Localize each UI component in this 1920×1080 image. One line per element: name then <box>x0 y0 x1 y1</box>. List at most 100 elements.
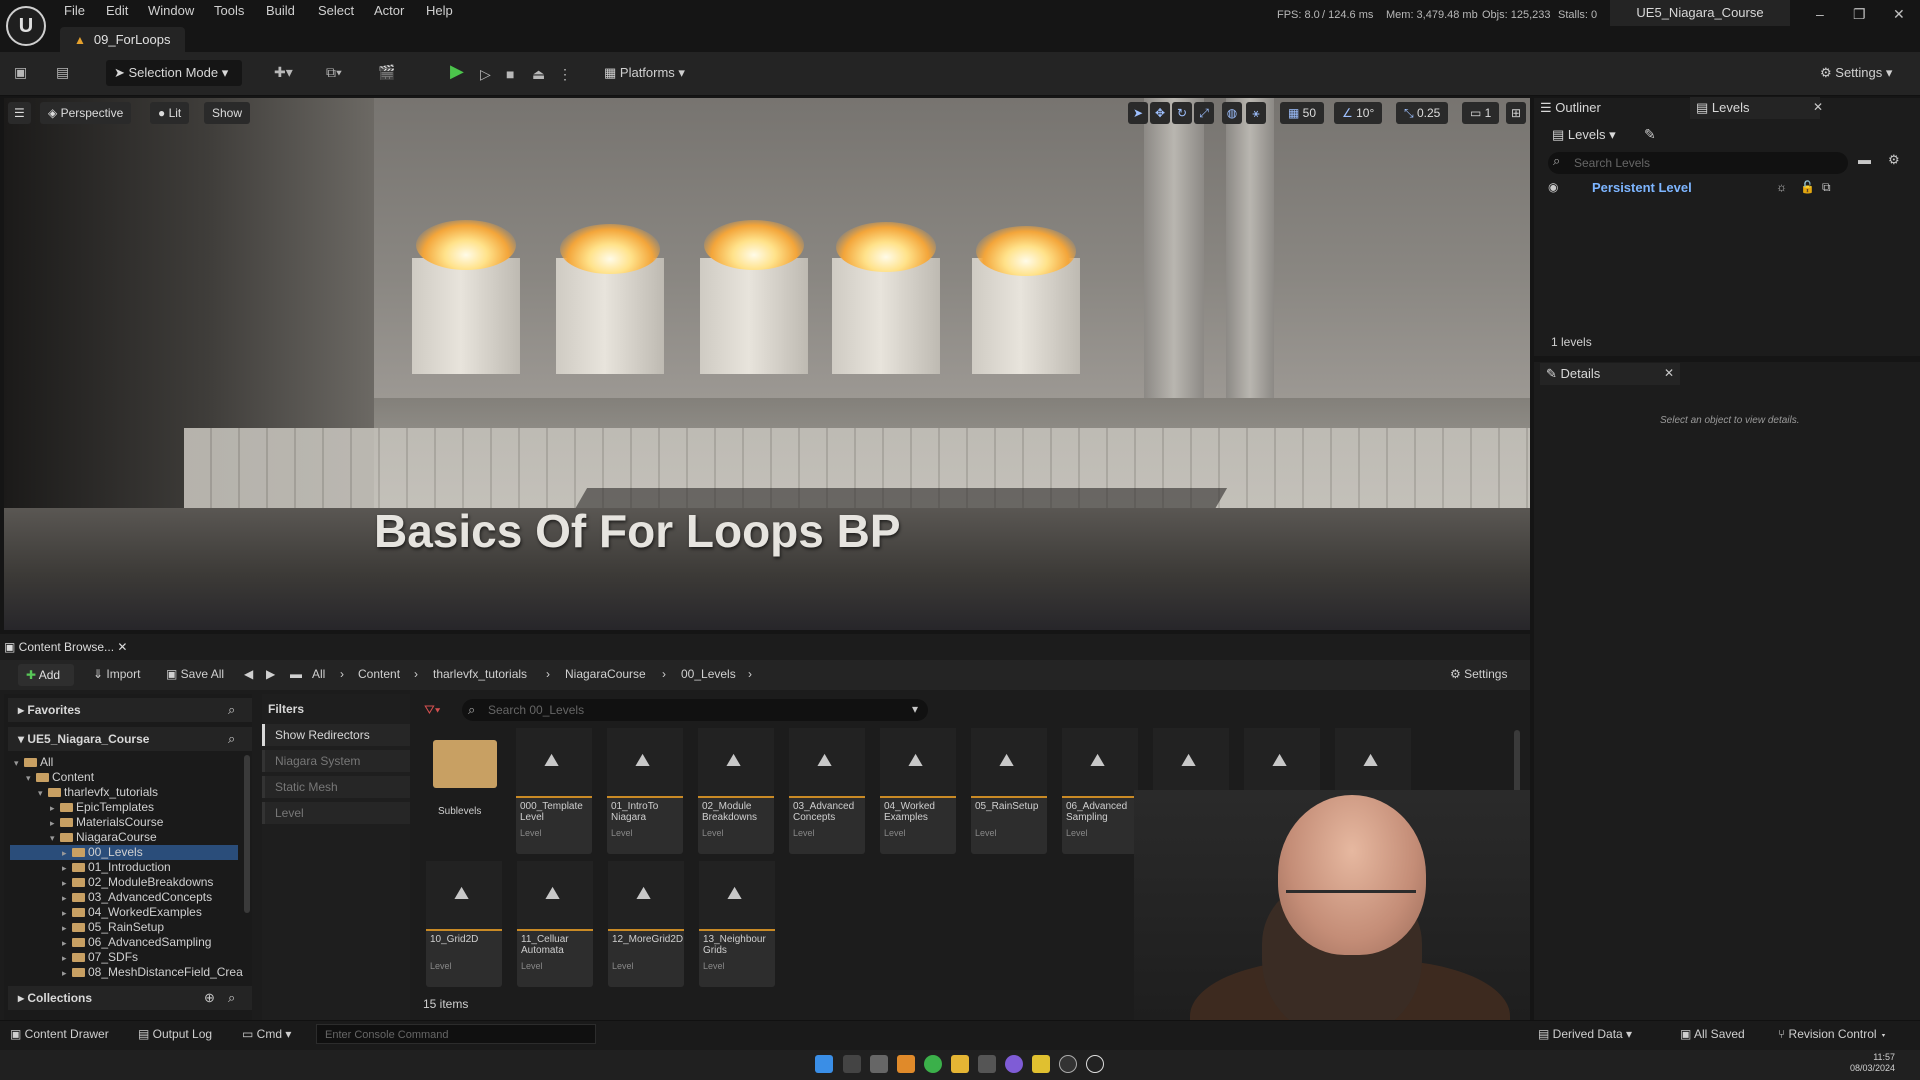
minimize-button[interactable]: – <box>1816 6 1824 22</box>
asset-search-input[interactable]: Search 00_Levels <box>462 699 928 721</box>
breadcrumb-niagaracourse[interactable]: NiagaraCourse <box>565 667 646 681</box>
select-tool-icon[interactable]: ➤ <box>1128 102 1148 124</box>
asset-tile-level[interactable]: ⛰ 13_Neighbour Grids Level <box>699 861 775 987</box>
eject-icon[interactable]: ⏏ <box>532 66 552 84</box>
history-forward-icon[interactable]: ▶ <box>266 667 275 681</box>
tree-folder-item[interactable]: ▾ tharlevfx_tutorials <box>14 785 244 800</box>
tree-folder-item[interactable]: ▸ 06_AdvancedSampling <box>14 935 244 950</box>
levels-settings-gear-icon[interactable]: ⚙ <box>1888 152 1900 168</box>
all-saved-button[interactable]: ▣ All Saved <box>1680 1027 1745 1041</box>
rotate-tool-icon[interactable]: ↻ <box>1172 102 1192 124</box>
levels-search-input[interactable]: Search Levels <box>1548 152 1848 174</box>
asset-tile-level[interactable]: ⛰ 000_Template Level Level <box>516 728 592 854</box>
filter-show-redirectors[interactable]: Show Redirectors <box>262 724 410 746</box>
show-button[interactable]: Show <box>204 102 251 124</box>
level-tab[interactable]: ▲ 09_ForLoops <box>60 27 185 52</box>
collections-search-icon[interactable]: ⌕ <box>228 990 235 1006</box>
play-icon[interactable]: ▶ <box>450 61 464 82</box>
tree-folder-item[interactable]: ▸ MaterialsCourse <box>14 815 244 830</box>
world-space-icon[interactable]: ◍ <box>1222 102 1242 124</box>
discord-icon[interactable] <box>1005 1055 1023 1073</box>
expand-arrow-icon[interactable]: ▾ <box>50 831 60 846</box>
menu-help[interactable]: Help <box>426 3 453 18</box>
tab-details[interactable]: ✎ Details <box>1540 363 1680 385</box>
tab-outliner[interactable]: ☰ Outliner <box>1540 97 1601 119</box>
import-button[interactable]: ⇓ Import <box>93 667 140 681</box>
selection-mode-dropdown[interactable]: ➤ Selection Mode ▾ <box>106 60 242 86</box>
tree-folder-item[interactable]: ▸ EpicTemplates <box>14 800 244 815</box>
output-log-button[interactable]: ▤ Output Log <box>138 1027 212 1041</box>
expand-arrow-icon[interactable]: ▸ <box>50 816 60 831</box>
scale-tool-icon[interactable]: ⤢ <box>1194 102 1214 124</box>
tree-folder-item[interactable]: ▾ NiagaraCourse <box>14 830 244 845</box>
save-icon[interactable]: ▣ <box>14 64 34 82</box>
expand-arrow-icon[interactable]: ▾ <box>14 756 24 771</box>
maximize-viewport-icon[interactable]: ⊞ <box>1506 102 1526 124</box>
settings-dropdown[interactable]: ⚙ Settings ▾ <box>1820 60 1892 86</box>
cmd-dropdown[interactable]: ▭ Cmd ▾ <box>242 1027 291 1041</box>
cinematics-icon[interactable]: 🎬 <box>378 64 398 82</box>
filter-level[interactable]: Level <box>262 802 410 824</box>
windows-start-icon[interactable] <box>815 1055 833 1073</box>
lit-button[interactable]: ● Lit <box>150 102 190 124</box>
obs-icon[interactable] <box>1059 1055 1077 1073</box>
asset-tile-level[interactable]: ⛰ 05_RainSetup Level <box>971 728 1047 854</box>
scale-snap-button[interactable]: ⤡ 0.25 <box>1396 102 1449 124</box>
levels-dropdown[interactable]: ▤ Levels ▾ <box>1552 124 1616 146</box>
menu-select[interactable]: Select <box>318 3 354 18</box>
close-window-button[interactable]: ✕ <box>1893 6 1905 23</box>
breadcrumb-content[interactable]: Content <box>358 667 400 681</box>
favorites-search-icon[interactable]: ⌕ <box>228 702 235 718</box>
persistent-level-row[interactable]: Persistent Level <box>1592 180 1692 195</box>
sticky-notes-icon[interactable] <box>1032 1055 1050 1073</box>
tab-content-browser[interactable]: ▣ Content Browse... ✕ <box>4 636 127 658</box>
tree-folder-item[interactable]: ▾ All <box>14 755 244 770</box>
task-view-icon[interactable] <box>870 1055 888 1073</box>
level-viewport[interactable]: ☰ ◈ Perspective ● Lit Show ➤ ✥ ↻ ⤢ ◍ ⚹ ▦… <box>4 98 1530 630</box>
breadcrumb-tharlevfx[interactable]: tharlevfx_tutorials <box>433 667 527 681</box>
tree-folder-item[interactable]: ▸ 03_AdvancedConcepts <box>14 890 244 905</box>
expand-arrow-icon[interactable]: ▸ <box>62 891 72 906</box>
asset-tile-level[interactable]: ⛰ 06_Advanced Sampling Level <box>1062 728 1138 854</box>
folder-add-icon[interactable]: ▬ <box>1858 152 1871 167</box>
content-drawer-button[interactable]: ▣ Content Drawer <box>10 1027 109 1041</box>
close-levels-tab-icon[interactable]: ✕ <box>1813 100 1823 114</box>
expand-arrow-icon[interactable]: ▸ <box>62 921 72 936</box>
expand-arrow-icon[interactable]: ▾ <box>26 771 36 786</box>
camera-speed-button[interactable]: ▭ 1 <box>1462 102 1500 124</box>
expand-arrow-icon[interactable]: ▸ <box>50 801 60 816</box>
breadcrumb-00-levels[interactable]: 00_Levels <box>681 667 736 681</box>
surface-snap-icon[interactable]: ⚹ <box>1246 102 1266 124</box>
asset-tile-level[interactable]: ⛰ 10_Grid2D Level <box>426 861 502 987</box>
taskbar-search-icon[interactable] <box>843 1055 861 1073</box>
lock-icon[interactable]: 🔓 <box>1800 180 1815 194</box>
restore-button[interactable]: ❐ <box>1853 6 1866 23</box>
grid-snap-button[interactable]: ▦ 50 <box>1280 102 1325 124</box>
content-settings-button[interactable]: ⚙ Settings <box>1450 667 1507 681</box>
close-details-tab-icon[interactable]: ✕ <box>1664 366 1674 380</box>
asset-tile-level[interactable]: ⛰ 03_Advanced Concepts Level <box>789 728 865 854</box>
add-button[interactable]: ✚ Add <box>18 664 74 686</box>
tree-folder-item[interactable]: ▸ 07_SDFs <box>14 950 244 965</box>
filter-static-mesh[interactable]: Static Mesh <box>262 776 410 798</box>
tree-folder-item[interactable]: ▸ 01_Introduction <box>14 860 244 875</box>
menu-edit[interactable]: Edit <box>106 3 128 18</box>
menu-window[interactable]: Window <box>148 3 194 18</box>
content-browser-icon[interactable]: ▤ <box>56 64 76 82</box>
unreal-logo-icon[interactable]: U <box>6 6 46 46</box>
tab-levels[interactable]: ▤ Levels <box>1690 97 1820 119</box>
filter-niagara-system[interactable]: Niagara System <box>262 750 410 772</box>
visibility-eye-icon[interactable]: ◉ <box>1548 180 1558 194</box>
tree-scrollbar[interactable] <box>244 755 250 913</box>
expand-arrow-icon[interactable]: ▸ <box>62 966 72 981</box>
close-content-browser-icon[interactable]: ✕ <box>117 640 127 654</box>
add-actor-icon[interactable]: ✚▾ <box>274 64 294 82</box>
tree-folder-item[interactable]: ▾ Content <box>14 770 244 785</box>
save-all-button[interactable]: ▣ Save All <box>166 667 224 681</box>
asset-tile-level[interactable]: ⛰ 11_Celluar Automata Level <box>517 861 593 987</box>
menu-actor[interactable]: Actor <box>374 3 404 18</box>
project-search-icon[interactable]: ⌕ <box>228 731 235 747</box>
asset-tile-level[interactable]: ⛰ 01_IntroTo Niagara Level <box>607 728 683 854</box>
search-history-dropdown-icon[interactable]: ▾ <box>912 702 918 716</box>
taskbar-app-icon[interactable] <box>897 1055 915 1073</box>
